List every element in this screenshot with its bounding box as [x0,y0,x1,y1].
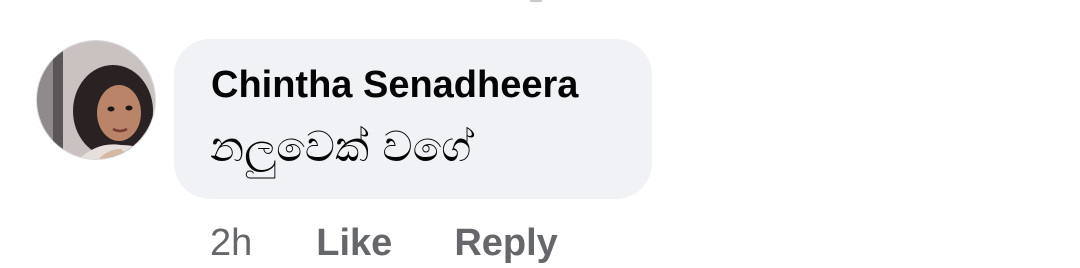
profile-photo-icon [37,41,155,159]
reply-button[interactable]: Reply [454,222,557,265]
comment-author-name[interactable]: Chintha Senadheera [211,63,578,107]
comment-actions: 2h Like Reply [210,218,558,268]
clipped-top-content [530,0,542,2]
comment-bubble: Chintha Senadheera නලුවෙක් වගේ [174,39,652,199]
comment-thread: Chintha Senadheera නලුවෙක් වගේ 2h Like R… [0,0,1080,268]
like-button[interactable]: Like [316,222,392,265]
comment-text: නලුවෙක් වගේ [210,122,472,171]
avatar[interactable] [36,40,156,160]
comment-timestamp[interactable]: 2h [210,222,252,265]
